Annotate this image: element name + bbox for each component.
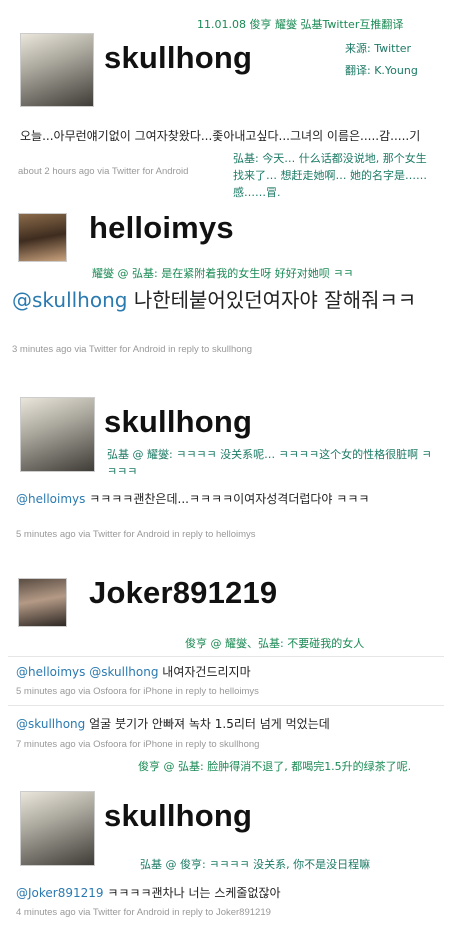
mention-link[interactable]: @skullhong bbox=[89, 665, 158, 679]
tweet-meta[interactable]: 7 minutes ago via Osfoora for iPhone in … bbox=[16, 739, 259, 750]
translator-label: 翻译: K.Young bbox=[345, 64, 418, 77]
tweet-meta[interactable]: 4 minutes ago via Twitter for Android in… bbox=[16, 907, 271, 918]
username[interactable]: skullhong bbox=[104, 404, 252, 440]
tweet-meta[interactable]: 5 minutes ago via Twitter for Android in… bbox=[16, 529, 256, 540]
avatar-joker891219[interactable] bbox=[18, 578, 67, 627]
tweet-text: 오늘...아무런얘기없이 그여자찾왔다...좇아내고싶다...그녀의 이름은..… bbox=[20, 129, 421, 143]
avatar-skullhong[interactable] bbox=[20, 397, 95, 472]
translation: 弘基 @ 俊亨: ㅋㅋㅋㅋ 没关系, 你不是没日程嘛 bbox=[140, 858, 371, 871]
username[interactable]: Joker891219 bbox=[89, 575, 277, 611]
avatar-helloimys[interactable] bbox=[18, 213, 67, 262]
mention-link[interactable]: @skullhong bbox=[12, 288, 127, 312]
tweet-meta[interactable]: about 2 hours ago via Twitter for Androi… bbox=[18, 166, 188, 177]
divider bbox=[8, 656, 444, 657]
tweet-meta[interactable]: 5 minutes ago via Osfoora for iPhone in … bbox=[16, 686, 259, 697]
tweet-text: @skullhong 얼굴 붓기가 안빠져 녹차 1.5리터 넘게 먹었는데 bbox=[16, 717, 330, 731]
tweet-text: @Joker891219 ㅋㅋㅋㅋ괜차나 너는 스케줄없잖아 bbox=[16, 886, 281, 900]
avatar-skullhong[interactable] bbox=[20, 791, 95, 866]
mention-link[interactable]: @helloimys bbox=[16, 492, 85, 506]
mention-link[interactable]: @skullhong bbox=[16, 717, 85, 731]
credit-line: 11.01.08 俊亨 耀燮 弘基Twitter互推翻译 bbox=[197, 18, 404, 31]
divider bbox=[8, 705, 444, 706]
username[interactable]: skullhong bbox=[104, 798, 252, 834]
username[interactable]: skullhong bbox=[104, 40, 252, 76]
avatar-skullhong[interactable] bbox=[20, 33, 94, 107]
translation: 弘基 @ 耀燮: ㅋㅋㅋㅋ 没关系呢… ㅋㅋㅋㅋ这个女的性格很脏啊 ㅋㅋㅋㅋ bbox=[107, 448, 432, 478]
username[interactable]: helloimys bbox=[89, 210, 234, 246]
translation: 耀燮 @ 弘基: 是在紧附着我的女生呀 好好对她呗 ㅋㅋ bbox=[92, 267, 354, 280]
tweet-text: @helloimys ㅋㅋㅋㅋ괜찬은데...ㅋㅋㅋㅋ이여자성격더럽다야 ㅋㅋㅋ bbox=[16, 492, 370, 506]
translation: 俊亨 @ 弘基: 脸肿得消不退了, 都喝完1.5升的绿茶了呢. bbox=[138, 760, 412, 773]
tweet-text: @helloimys @skullhong 내여자건드리지마 bbox=[16, 665, 251, 679]
tweet-text: @skullhong 나한테붙어있던여자야 잘해줘ㅋㅋ bbox=[12, 288, 417, 312]
translation: 俊亨 @ 耀燮、弘基: 不要碰我的女人 bbox=[185, 637, 365, 650]
translation: 弘基: 今天… 什么话都没说地, 那个女生找来了… 想赶走她啊… 她的名字是……… bbox=[233, 152, 427, 199]
mention-link[interactable]: @Joker891219 bbox=[16, 886, 104, 900]
source-label: 来源: Twitter bbox=[345, 42, 412, 55]
mention-link[interactable]: @helloimys bbox=[16, 665, 85, 679]
tweet-meta[interactable]: 3 minutes ago via Twitter for Android in… bbox=[12, 344, 252, 355]
